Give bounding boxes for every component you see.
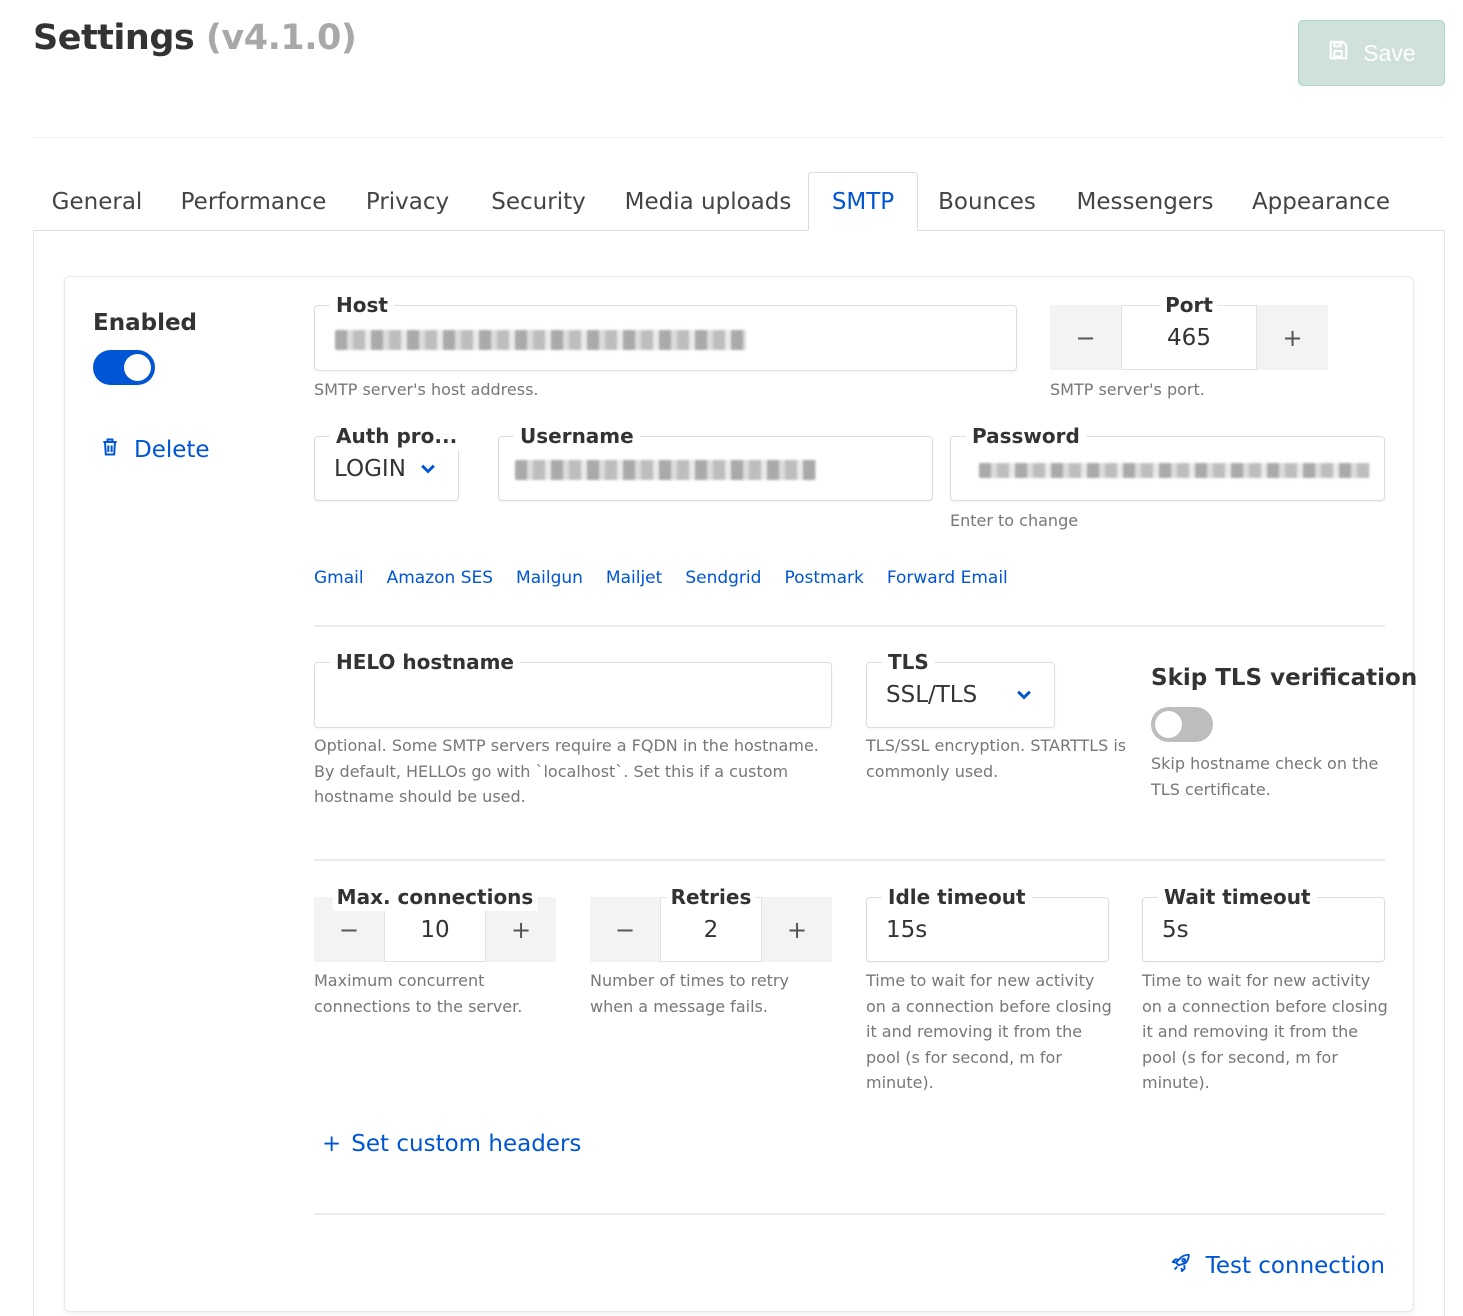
password-masked-value [979, 463, 1370, 478]
retries-decrement-button[interactable]: − [590, 897, 660, 962]
port-value: 465 [1167, 324, 1211, 351]
set-custom-headers-label: Set custom headers [351, 1131, 582, 1157]
password-help: Enter to change [950, 511, 1079, 530]
tls-select[interactable]: TLS SSL/TLS [866, 648, 1055, 728]
delete-label: Delete [134, 437, 210, 463]
auth-protocol-select[interactable]: Auth pro... LOGIN [314, 422, 464, 501]
tab-performance[interactable]: Performance [161, 172, 346, 231]
port-decrement-button[interactable]: − [1050, 305, 1121, 370]
tab-general[interactable]: General [33, 172, 161, 231]
enabled-label: Enabled [93, 310, 198, 336]
title-divider [33, 137, 1445, 138]
host-label: Host [330, 291, 394, 319]
helo-hostname-input[interactable]: HELO hostname [314, 648, 832, 728]
host-help: SMTP server's host address. [314, 380, 539, 399]
retries-input[interactable]: Retries 2 [660, 883, 762, 962]
rocket-icon [1170, 1252, 1192, 1280]
max-connections-stepper: − Max. connections 10 + [314, 883, 556, 962]
test-connection-label: Test connection [1205, 1253, 1385, 1279]
preset-mailjet-link[interactable]: Mailjet [606, 568, 662, 588]
save-button[interactable]: Save [1298, 20, 1445, 86]
tab-media-uploads[interactable]: Media uploads [608, 172, 808, 231]
port-input[interactable]: Port 465 [1121, 291, 1257, 370]
tab-privacy[interactable]: Privacy [346, 172, 469, 231]
set-custom-headers-link[interactable]: + Set custom headers [322, 1131, 581, 1157]
retries-stepper: − Retries 2 + [590, 883, 832, 962]
chevron-down-icon [1014, 663, 1034, 727]
plus-icon: + [322, 1131, 342, 1157]
save-button-label: Save [1363, 39, 1416, 66]
auth-protocol-value: LOGIN [334, 455, 406, 482]
host-input[interactable]: Host [314, 291, 1017, 371]
password-input[interactable]: Password [950, 422, 1385, 501]
max-connections-label: Max. connections [332, 883, 538, 911]
skip-tls-help: Skip hostname check on the TLS certifica… [1151, 754, 1379, 799]
retries-label: Retries [666, 883, 756, 911]
trash-icon [100, 437, 120, 463]
page-title: Settings (v4.1.0) [33, 18, 357, 58]
retries-help: Number of times to retry when a message … [590, 971, 789, 1016]
idle-timeout-help: Time to wait for new activity on a conne… [866, 971, 1112, 1092]
max-connections-input[interactable]: Max. connections 10 [332, 883, 538, 962]
enabled-toggle[interactable] [93, 350, 155, 385]
toggle-knob [1155, 711, 1182, 738]
delete-button[interactable]: Delete [100, 437, 210, 463]
preset-forward-email-link[interactable]: Forward Email [887, 568, 1008, 588]
tab-appearance[interactable]: Appearance [1234, 172, 1408, 231]
helo-hostname-label: HELO hostname [330, 648, 520, 676]
skip-tls-toggle[interactable] [1151, 707, 1213, 742]
idle-timeout-value: 15s [886, 916, 928, 943]
port-stepper: − Port 465 + [1050, 291, 1328, 370]
tls-help: TLS/SSL encryption. STARTTLS is commonly… [866, 736, 1127, 781]
max-connections-help: Maximum concurrent connections to the se… [314, 971, 523, 1016]
port-increment-button[interactable]: + [1257, 305, 1328, 370]
chevron-down-icon [418, 437, 438, 500]
wait-timeout-input[interactable]: Wait timeout 5s [1142, 883, 1385, 962]
retries-value: 2 [703, 916, 719, 943]
skip-tls-label: Skip TLS verification [1151, 665, 1418, 691]
toggle-knob [124, 354, 151, 381]
tab-bounces[interactable]: Bounces [918, 172, 1056, 231]
host-redacted-value [335, 330, 746, 350]
section-divider-2 [314, 859, 1385, 861]
section-divider-1 [314, 625, 1385, 627]
idle-timeout-input[interactable]: Idle timeout 15s [866, 883, 1109, 962]
tls-value: SSL/TLS [886, 682, 978, 708]
version-label: (v4.1.0) [205, 18, 357, 58]
password-label: Password [966, 422, 1086, 450]
preset-mailgun-link[interactable]: Mailgun [516, 568, 583, 588]
tab-smtp[interactable]: SMTP [808, 172, 918, 231]
settings-tabs: General Performance Privacy Security Med… [33, 172, 1445, 231]
floppy-disk-icon [1327, 39, 1349, 67]
username-redacted-value [515, 460, 816, 480]
username-label: Username [514, 422, 640, 450]
page-title-text: Settings [33, 18, 195, 58]
test-connection-button[interactable]: Test connection [1170, 1252, 1385, 1280]
helo-hostname-help: Optional. Some SMTP servers require a FQ… [314, 736, 819, 806]
retries-increment-button[interactable]: + [762, 897, 832, 962]
smtp-presets: Gmail Amazon SES Mailgun Mailjet Sendgri… [314, 568, 1008, 588]
preset-sendgrid-link[interactable]: Sendgrid [685, 568, 761, 588]
username-input[interactable]: Username [498, 422, 933, 501]
max-connections-value: 10 [420, 916, 450, 943]
preset-postmark-link[interactable]: Postmark [784, 568, 863, 588]
preset-amazon-ses-link[interactable]: Amazon SES [387, 568, 493, 588]
port-help: SMTP server's port. [1050, 380, 1205, 399]
section-divider-3 [314, 1213, 1385, 1215]
port-label: Port [1161, 291, 1217, 319]
preset-gmail-link[interactable]: Gmail [314, 568, 364, 588]
tab-messengers[interactable]: Messengers [1056, 172, 1234, 231]
tab-security[interactable]: Security [469, 172, 608, 231]
wait-timeout-value: 5s [1162, 916, 1189, 943]
wait-timeout-help: Time to wait for new activity on a conne… [1142, 971, 1388, 1092]
